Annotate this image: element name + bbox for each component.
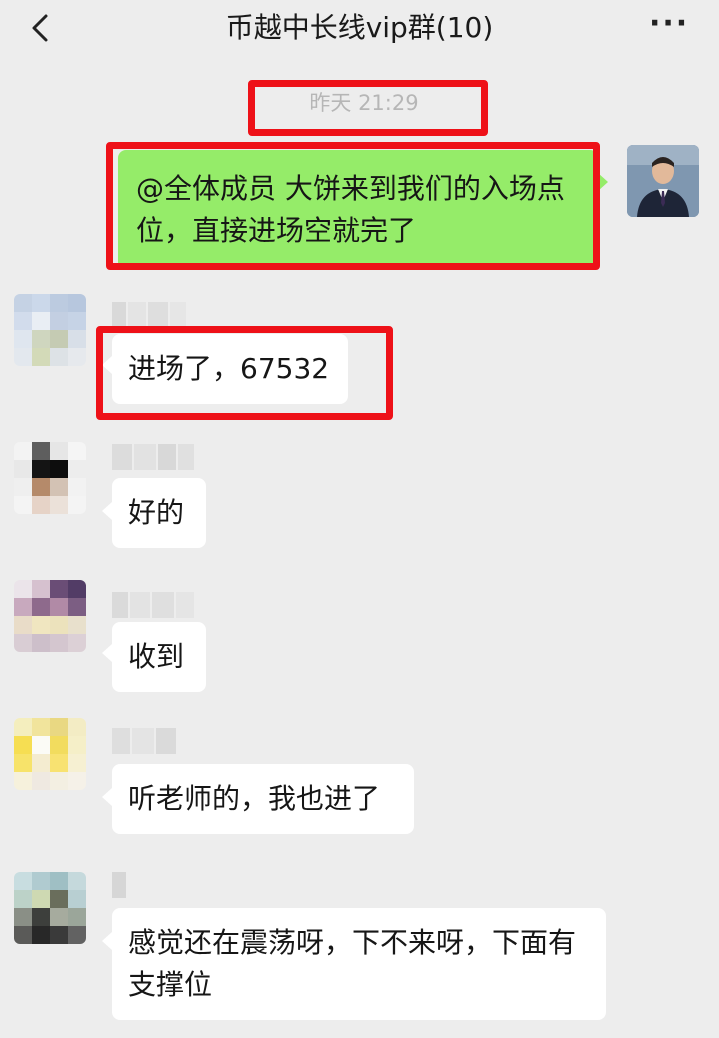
my-avatar[interactable] bbox=[627, 145, 699, 217]
sender-avatar[interactable] bbox=[14, 580, 86, 652]
bubble-tail bbox=[102, 644, 112, 662]
message-text: 好的 bbox=[128, 496, 185, 529]
sender-name bbox=[112, 728, 176, 754]
bubble-tail bbox=[102, 788, 112, 806]
bubble-tail bbox=[102, 502, 112, 520]
message-text: 听老师的，我也进了 bbox=[128, 782, 381, 815]
message-bubble-mine[interactable]: @全体成员 大饼来到我们的入场点位，直接进场空就完了 bbox=[118, 150, 598, 270]
message-bubble[interactable]: 收到 bbox=[112, 622, 206, 692]
bubble-tail bbox=[102, 932, 112, 950]
sender-avatar[interactable] bbox=[14, 442, 86, 514]
message-bubble[interactable]: 进场了，67532 bbox=[112, 334, 348, 404]
sender-name bbox=[112, 872, 126, 898]
chat-title: 币越中长线vip群(10) bbox=[225, 11, 494, 44]
sender-avatar[interactable] bbox=[14, 294, 86, 366]
sender-name bbox=[112, 592, 194, 618]
more-dots-icon: ··· bbox=[649, 6, 690, 41]
message-bubble[interactable]: 好的 bbox=[112, 478, 206, 548]
sender-name bbox=[112, 444, 194, 470]
sender-avatar[interactable] bbox=[14, 872, 86, 944]
sender-avatar[interactable] bbox=[14, 718, 86, 790]
bubble-tail bbox=[102, 356, 112, 374]
message-text: 收到 bbox=[128, 640, 185, 673]
message-text: 感觉还在震荡呀，下不来呀，下面有支撑位 bbox=[128, 926, 577, 1001]
person-photo-icon bbox=[627, 145, 699, 217]
message-bubble[interactable]: 听老师的，我也进了 bbox=[112, 764, 414, 834]
message-text: @全体成员 大饼来到我们的入场点位，直接进场空就完了 bbox=[136, 172, 565, 247]
message-bubble[interactable]: 感觉还在震荡呀，下不来呀，下面有支撑位 bbox=[112, 908, 606, 1020]
message-text: 进场了，67532 bbox=[128, 352, 330, 385]
sender-name bbox=[112, 302, 186, 328]
chat-header: 币越中长线vip群(10) ··· bbox=[0, 0, 719, 58]
bubble-tail bbox=[598, 173, 608, 191]
message-timestamp: 昨天 21:29 bbox=[309, 91, 419, 115]
more-options-button[interactable]: ··· bbox=[649, 9, 689, 42]
